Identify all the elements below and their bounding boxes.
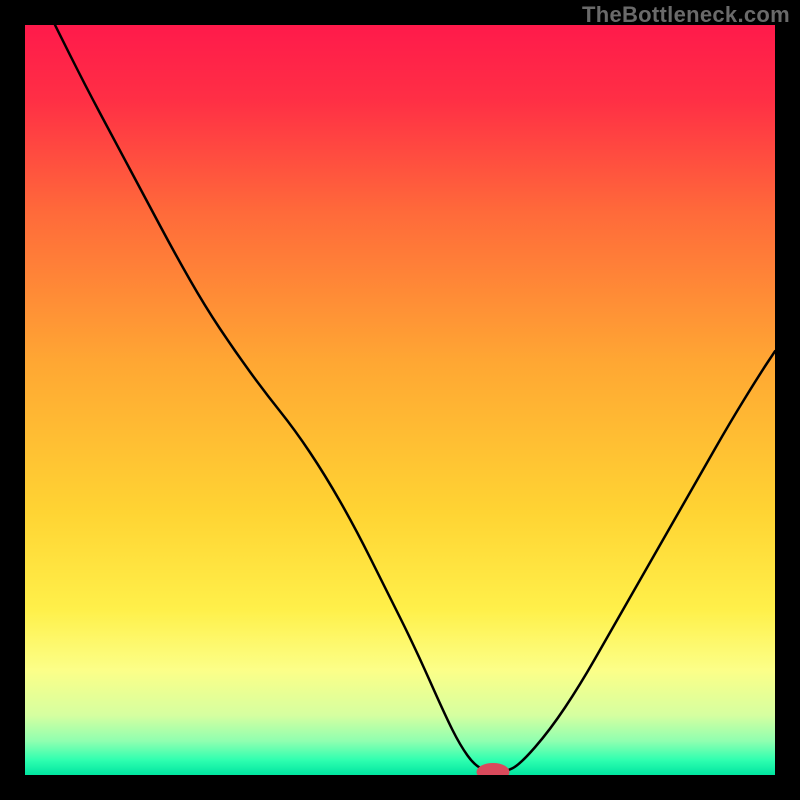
- chart-frame: TheBottleneck.com: [0, 0, 800, 800]
- watermark-text: TheBottleneck.com: [582, 2, 790, 28]
- gradient-background: [25, 25, 775, 775]
- chart-svg: [25, 25, 775, 775]
- plot-area: [25, 25, 775, 775]
